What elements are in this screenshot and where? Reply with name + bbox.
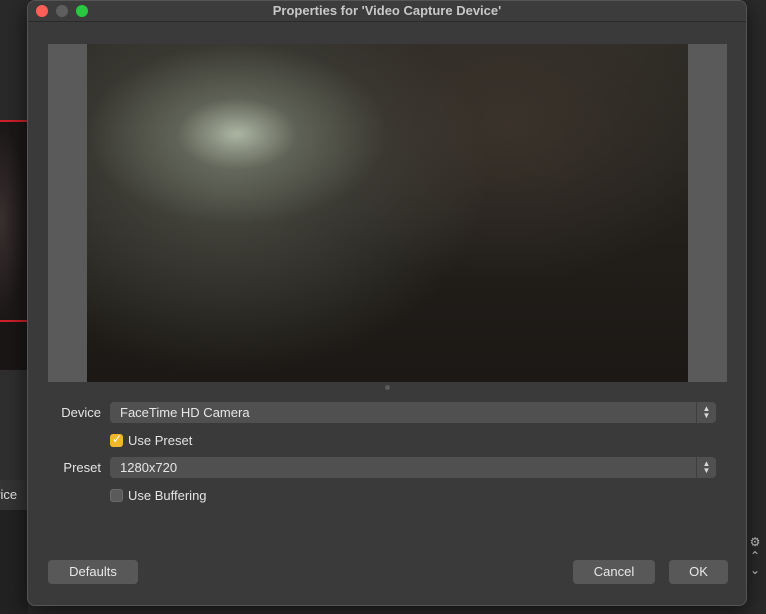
checkbox-checked[interactable]: ✓ [110,432,123,447]
preview-area [48,44,727,382]
updown-chevron-icon: ▲ ▼ [696,402,716,423]
properties-dialog: Properties for 'Video Capture Device' De… [27,0,747,606]
use-preset-checkbox[interactable]: ✓ Use Preset [110,432,230,449]
use-buffering-label: Use Buffering [128,488,207,503]
check-icon: ✓ [112,432,123,446]
background-panel [0,370,28,480]
background-dock [0,510,28,614]
ok-button[interactable]: OK [669,560,728,584]
background-right-panel [745,0,766,614]
checkbox-unchecked[interactable] [110,489,123,502]
updown-chevron-icon: ▲ ▼ [696,457,716,478]
video-preview [87,44,688,382]
background-source-item[interactable]: vice [0,480,28,510]
defaults-button[interactable]: Defaults [48,560,138,584]
cancel-button[interactable]: Cancel [573,560,655,584]
device-select[interactable]: FaceTime HD Camera ▲ ▼ [110,402,716,423]
background-preview [0,120,28,372]
title-bar: Properties for 'Video Capture Device' [28,1,746,22]
use-preset-label: Use Preset [128,433,193,448]
device-label: Device [61,405,101,420]
device-value: FaceTime HD Camera [120,405,250,420]
use-buffering-checkbox[interactable]: Use Buffering [110,488,240,504]
preset-value: 1280x720 [120,460,178,475]
preset-label: Preset [63,460,101,475]
preset-select[interactable]: 1280x720 ▲ ▼ [110,457,716,478]
splitter-handle[interactable] [385,385,390,390]
window-title: Properties for 'Video Capture Device' [272,3,502,18]
background-stepper-icon[interactable]: ⚙ ⌃ ⌄ [746,535,764,580]
